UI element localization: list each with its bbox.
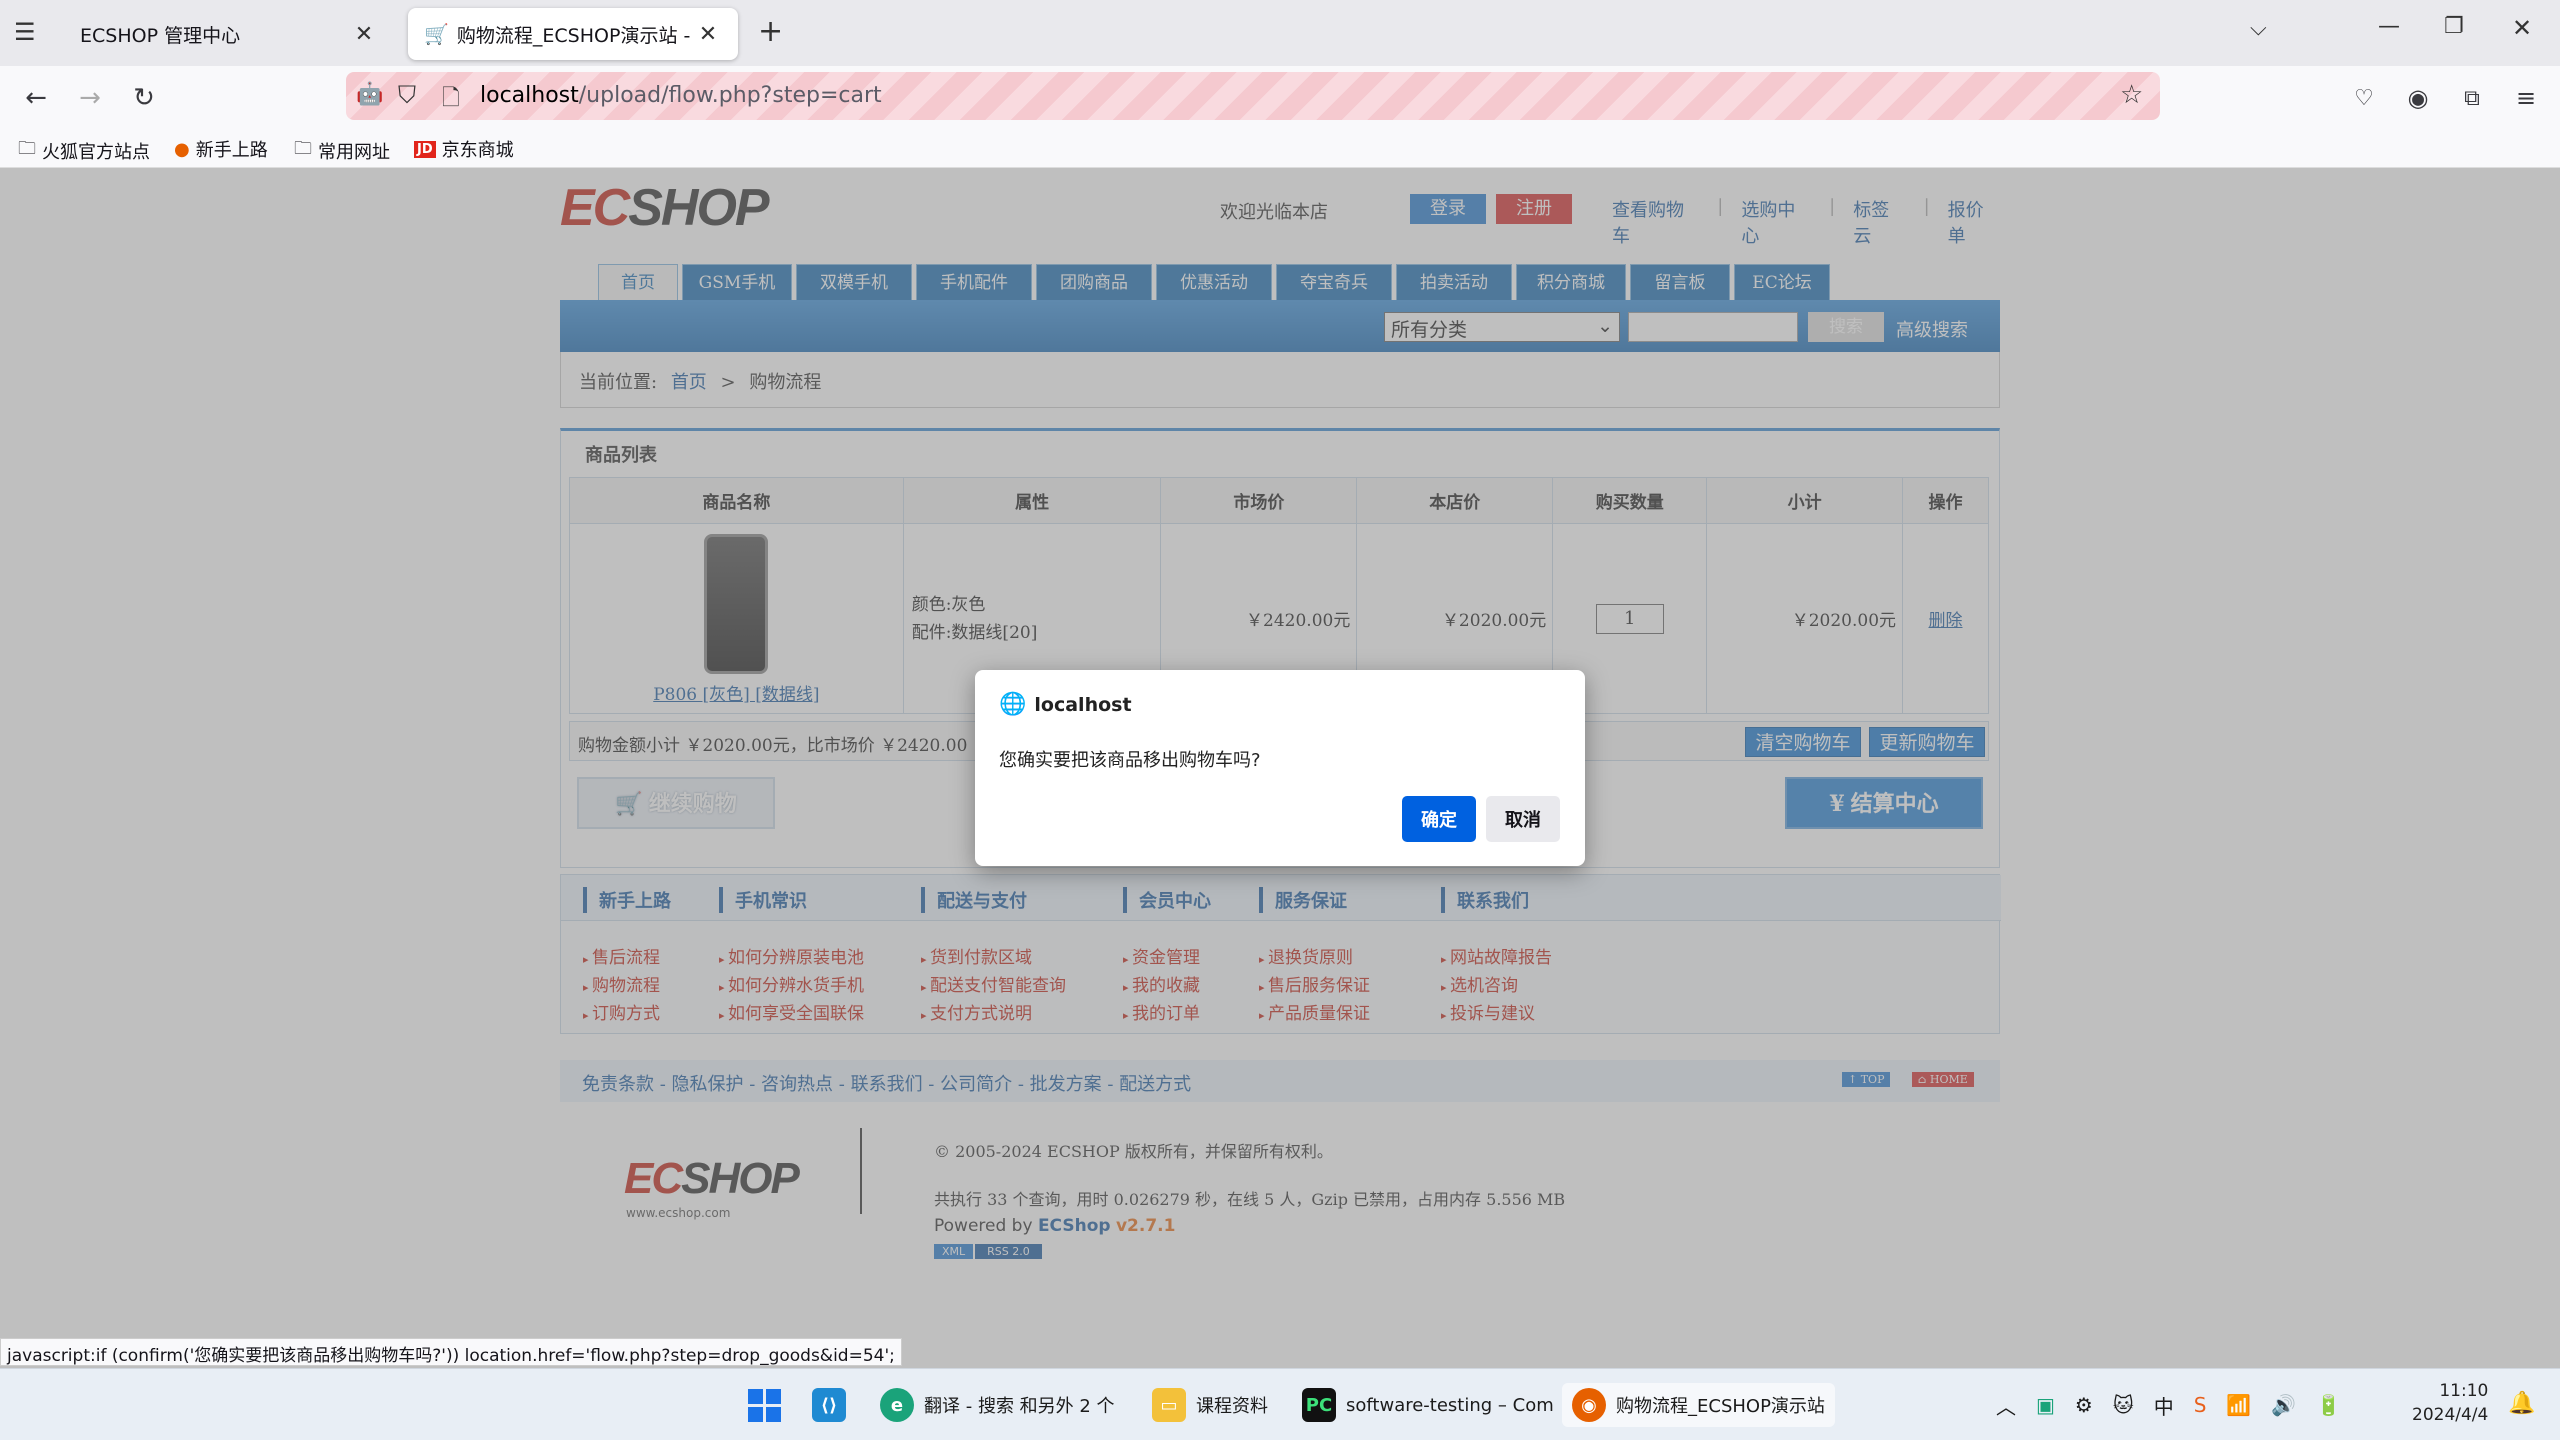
dialog-origin: 🌐 localhost	[999, 692, 1132, 717]
bookmark-star-icon[interactable]: ☆	[2120, 80, 2143, 110]
account-icon[interactable]: ◉	[2398, 78, 2438, 118]
speaker-icon[interactable]: 🔊	[2271, 1393, 2296, 1417]
menu-icon[interactable]: ≡	[2506, 78, 2546, 118]
tab-ecshop-admin[interactable]: ECSHOP 管理中心 ✕	[64, 8, 394, 60]
back-icon[interactable]: ←	[16, 78, 56, 118]
shield-icon[interactable]: ⛉	[398, 81, 416, 109]
browser-chrome: ☰ ECSHOP 管理中心 ✕ 🛒 购物流程_ECSHOP演示站 - Po ✕ …	[0, 0, 2560, 168]
reload-icon[interactable]: ↻	[124, 78, 164, 118]
vscode-icon: ⟨⟩	[812, 1388, 846, 1422]
bookmark-item[interactable]: 🗀 常用网址	[294, 136, 390, 166]
bookmarks-bar: 🗀 火狐官方站点 ● 新手上路 🗀 常用网址 JD 京东商城	[0, 130, 2560, 168]
close-tab-icon[interactable]: ✕	[694, 22, 722, 47]
start-button[interactable]	[748, 1383, 781, 1427]
firefox-icon: ●	[174, 138, 190, 160]
dialog-message: 您确实要把该商品移出购物车吗?	[999, 750, 1261, 771]
jd-icon: JD	[414, 140, 436, 158]
tab-bar: ☰ ECSHOP 管理中心 ✕ 🛒 购物流程_ECSHOP演示站 - Po ✕ …	[0, 0, 2560, 66]
url-bar[interactable]: 🤖 ⛉ 🗋 localhost/upload/flow.php?step=car…	[346, 72, 2160, 120]
tab-shopping-flow[interactable]: 🛒 购物流程_ECSHOP演示站 - Po ✕	[408, 8, 738, 60]
notification-bell-icon[interactable]: 🔔	[2508, 1391, 2535, 1416]
system-tray: ︿ ▣ ⚙ 🐱 中 S 📶 🔊 🔋	[1996, 1383, 2341, 1427]
windows-logo-icon	[748, 1388, 781, 1422]
taskbar-edge[interactable]: e 翻译 - 搜索 和另外 2 个	[880, 1383, 1115, 1427]
tray-s-icon[interactable]: S	[2194, 1393, 2207, 1417]
new-tab-icon[interactable]: +	[758, 14, 783, 49]
bookmark-item[interactable]: 🗀 火狐官方站点	[18, 136, 150, 166]
chevron-up-icon[interactable]: ︿	[1996, 1391, 2016, 1420]
tray-settings-icon[interactable]: ⚙	[2075, 1393, 2093, 1417]
close-tab-icon[interactable]: ✕	[350, 22, 378, 47]
clock[interactable]: 11:10 2024/4/4	[2412, 1379, 2488, 1427]
remote-control-icon: 🤖	[356, 82, 384, 107]
bookmark-item[interactable]: ● 新手上路	[174, 136, 268, 162]
folder-icon: ▭	[1152, 1388, 1186, 1422]
ime-icon[interactable]: 中	[2154, 1391, 2174, 1420]
tab-overflow-chevron-icon[interactable]: ⌵	[2250, 16, 2267, 41]
tray-cat-icon[interactable]: 🐱	[2113, 1393, 2134, 1417]
tab-list-icon[interactable]: ☰	[14, 18, 36, 46]
firefox-icon: ◉	[1572, 1388, 1606, 1422]
url-text[interactable]: localhost/upload/flow.php?step=cart	[480, 83, 882, 108]
battery-icon[interactable]: 🔋	[2316, 1393, 2341, 1417]
extensions-icon[interactable]: ⧉	[2452, 78, 2492, 118]
windows-taskbar: ⟨⟩ e 翻译 - 搜索 和另外 2 个 ▭ 课程资料 PC software-tes…	[0, 1368, 2560, 1440]
taskbar-firefox[interactable]: ◉ 购物流程_ECSHOP演示站	[1562, 1383, 1835, 1427]
status-bar: javascript:if (confirm('您确实要把该商品移出购物车吗?'…	[0, 1338, 902, 1366]
bookmark-item[interactable]: JD 京东商城	[414, 136, 514, 162]
pycharm-icon: PC	[1302, 1388, 1336, 1422]
folder-icon: 🗀	[294, 138, 312, 159]
tray-app-icon[interactable]: ▣	[2036, 1393, 2055, 1417]
globe-icon: 🌐	[999, 692, 1027, 717]
taskbar-pycharm[interactable]: PC software-testing – Com	[1302, 1383, 1554, 1427]
wifi-icon[interactable]: 📶	[2226, 1393, 2251, 1417]
cart-favicon-icon: 🛒	[424, 22, 449, 46]
taskbar-folder[interactable]: ▭ 课程资料	[1152, 1383, 1268, 1427]
edge-icon: e	[880, 1388, 914, 1422]
confirm-ok-button[interactable]: 确定	[1402, 796, 1476, 842]
folder-icon: 🗀	[18, 138, 36, 159]
confirm-cancel-button[interactable]: 取消	[1486, 796, 1560, 842]
tab-title: ECSHOP 管理中心	[80, 24, 241, 47]
minimize-icon[interactable]: —	[2378, 14, 2400, 39]
pocket-icon[interactable]: ♡	[2344, 78, 2384, 118]
taskbar-vscode[interactable]: ⟨⟩	[812, 1383, 846, 1427]
confirm-dialog: 🌐 localhost 您确实要把该商品移出购物车吗? 确定 取消	[975, 670, 1585, 866]
close-window-icon[interactable]: ✕	[2512, 14, 2532, 42]
forward-icon[interactable]: →	[70, 78, 110, 118]
restore-icon[interactable]: ❐	[2444, 14, 2464, 39]
tab-title: 购物流程_ECSHOP演示站 - Po	[456, 24, 694, 47]
page-info-icon[interactable]: 🗋	[442, 81, 460, 119]
